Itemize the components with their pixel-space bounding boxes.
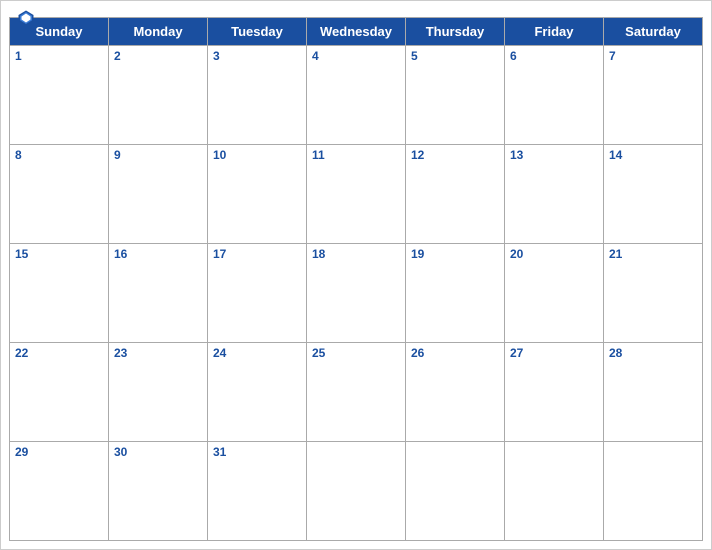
- logo-area: [17, 9, 39, 27]
- day-header-wednesday: Wednesday: [307, 18, 406, 46]
- day-header-friday: Friday: [505, 18, 604, 46]
- day-cell-20: 20: [505, 244, 604, 343]
- day-cell-24: 24: [208, 343, 307, 442]
- day-cell-28: 28: [604, 343, 703, 442]
- calendar-grid: SundayMondayTuesdayWednesdayThursdayFrid…: [9, 17, 703, 541]
- day-cell-4: 4: [307, 46, 406, 145]
- day-cell-empty: [505, 442, 604, 541]
- week-row-4: 22232425262728: [10, 343, 703, 442]
- day-header-thursday: Thursday: [406, 18, 505, 46]
- day-cell-10: 10: [208, 145, 307, 244]
- day-headers: SundayMondayTuesdayWednesdayThursdayFrid…: [10, 18, 703, 46]
- day-cell-25: 25: [307, 343, 406, 442]
- day-cell-2: 2: [109, 46, 208, 145]
- day-cell-12: 12: [406, 145, 505, 244]
- day-cell-9: 9: [109, 145, 208, 244]
- day-cell-5: 5: [406, 46, 505, 145]
- day-cell-8: 8: [10, 145, 109, 244]
- generalblue-logo-icon: [17, 9, 35, 27]
- day-cell-1: 1: [10, 46, 109, 145]
- day-cell-13: 13: [505, 145, 604, 244]
- day-cell-19: 19: [406, 244, 505, 343]
- day-header-monday: Monday: [109, 18, 208, 46]
- week-row-2: 891011121314: [10, 145, 703, 244]
- day-cell-27: 27: [505, 343, 604, 442]
- day-cell-3: 3: [208, 46, 307, 145]
- day-cell-14: 14: [604, 145, 703, 244]
- day-cell-18: 18: [307, 244, 406, 343]
- day-cell-6: 6: [505, 46, 604, 145]
- day-cell-29: 29: [10, 442, 109, 541]
- day-cell-empty: [604, 442, 703, 541]
- week-row-5: 293031: [10, 442, 703, 541]
- day-cell-23: 23: [109, 343, 208, 442]
- day-cell-empty: [406, 442, 505, 541]
- week-row-3: 15161718192021: [10, 244, 703, 343]
- week-row-1: 1234567: [10, 46, 703, 145]
- day-cell-16: 16: [109, 244, 208, 343]
- day-cell-21: 21: [604, 244, 703, 343]
- day-header-saturday: Saturday: [604, 18, 703, 46]
- day-cell-7: 7: [604, 46, 703, 145]
- day-header-tuesday: Tuesday: [208, 18, 307, 46]
- day-cell-11: 11: [307, 145, 406, 244]
- day-cell-22: 22: [10, 343, 109, 442]
- day-cell-30: 30: [109, 442, 208, 541]
- day-cell-17: 17: [208, 244, 307, 343]
- calendar-weeks: 1234567891011121314151617181920212223242…: [10, 46, 703, 541]
- calendar-container: SundayMondayTuesdayWednesdayThursdayFrid…: [0, 0, 712, 550]
- day-cell-31: 31: [208, 442, 307, 541]
- calendar-header: [1, 1, 711, 17]
- day-cell-26: 26: [406, 343, 505, 442]
- day-cell-empty: [307, 442, 406, 541]
- day-cell-15: 15: [10, 244, 109, 343]
